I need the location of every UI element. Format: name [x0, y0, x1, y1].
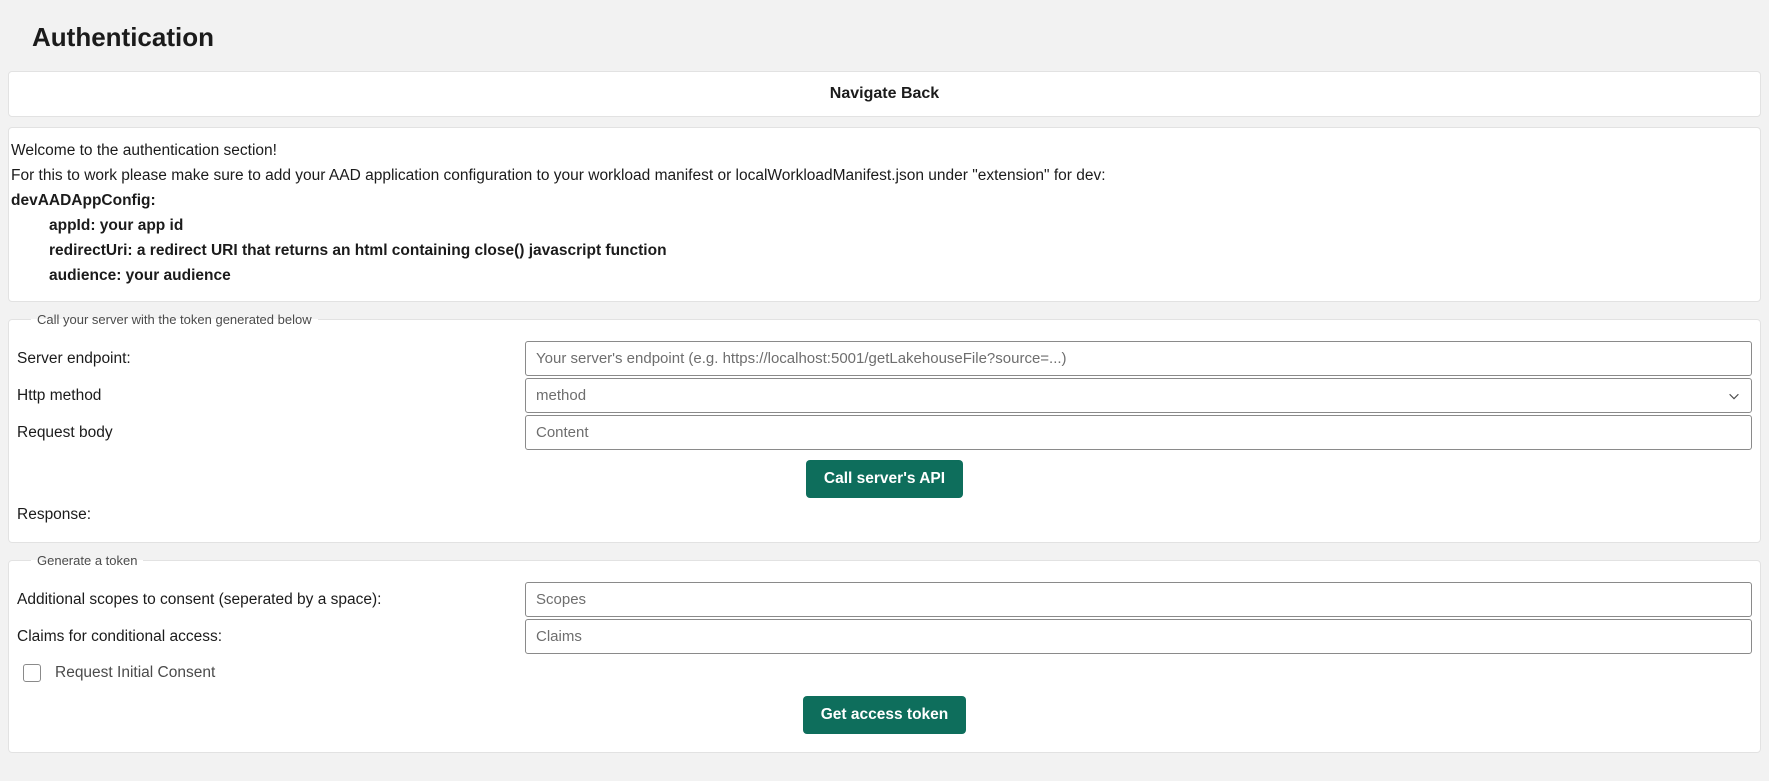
response-label: Response: — [13, 502, 1756, 528]
request-initial-consent-label: Request Initial Consent — [55, 664, 215, 682]
intro-panel: Welcome to the authentication section! F… — [8, 127, 1761, 302]
call-server-api-button[interactable]: Call server's API — [806, 460, 963, 498]
chevron-down-icon — [1727, 389, 1741, 403]
page-title: Authentication — [32, 22, 1761, 53]
http-method-select[interactable]: method — [525, 378, 1752, 413]
endpoint-label: Server endpoint: — [13, 350, 525, 368]
intro-welcome: Welcome to the authentication section! — [11, 139, 1748, 163]
server-call-legend: Call your server with the token generate… — [31, 312, 318, 327]
generate-token-group: Generate a token Additional scopes to co… — [8, 553, 1761, 753]
request-body-label: Request body — [13, 424, 525, 442]
intro-audience-line: audience: your audience — [11, 264, 1748, 288]
nav-back-panel: Navigate Back — [8, 71, 1761, 117]
get-access-token-button[interactable]: Get access token — [803, 696, 967, 734]
intro-instruction: For this to work please make sure to add… — [11, 164, 1748, 188]
scopes-label: Additional scopes to consent (seperated … — [13, 591, 525, 609]
generate-token-legend: Generate a token — [31, 553, 143, 568]
server-call-group: Call your server with the token generate… — [8, 312, 1761, 543]
http-method-label: Http method — [13, 387, 525, 405]
http-method-placeholder: method — [536, 387, 586, 404]
request-initial-consent-checkbox[interactable] — [23, 664, 41, 682]
request-body-input[interactable] — [525, 415, 1752, 450]
claims-input[interactable] — [525, 619, 1752, 654]
intro-redirect-line: redirectUri: a redirect URI that returns… — [11, 239, 1748, 263]
server-endpoint-input[interactable] — [525, 341, 1752, 376]
claims-label: Claims for conditional access: — [13, 628, 525, 646]
navigate-back-button[interactable]: Navigate Back — [9, 72, 1760, 116]
intro-appid-line: appId: your app id — [11, 214, 1748, 238]
scopes-input[interactable] — [525, 582, 1752, 617]
intro-config-header: devAADAppConfig: — [11, 189, 1748, 213]
